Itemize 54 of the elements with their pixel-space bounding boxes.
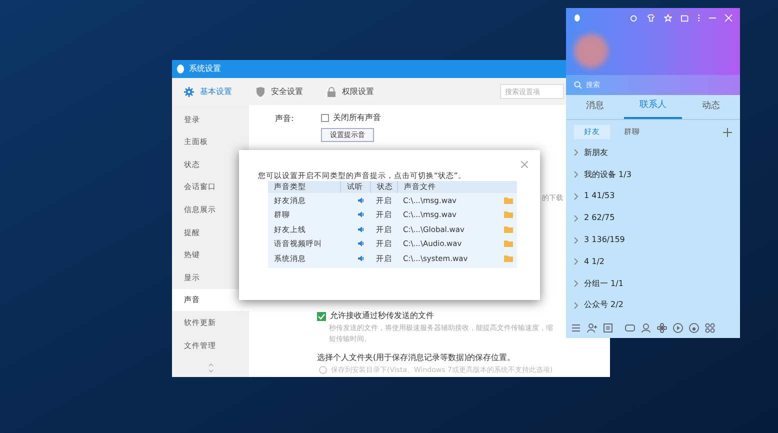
speaker-icon[interactable] (358, 211, 364, 218)
penguin-icon (176, 64, 185, 74)
speaker-icon[interactable] (358, 254, 364, 262)
shield-icon (256, 86, 265, 96)
checkbox-label: 允许接收通过秒传发送的文件 (330, 310, 434, 322)
chevron-icon (574, 149, 578, 156)
person-icon[interactable] (641, 323, 651, 333)
grid-icon[interactable] (705, 323, 715, 333)
contact-group[interactable]: 公众号 2/2 (584, 299, 624, 312)
speaker-icon[interactable] (358, 226, 364, 233)
checkbox-label: 关闭所有声音 (333, 112, 381, 124)
setting-label: 声音: (275, 113, 294, 125)
ring-icon[interactable] (630, 14, 638, 22)
scroll-arrows-icon (208, 363, 214, 373)
mail-icon[interactable] (680, 14, 689, 22)
avatar (574, 34, 608, 68)
panel-tab[interactable]: 消息 (566, 95, 624, 119)
lock-icon (327, 86, 336, 96)
shirt-icon[interactable] (646, 14, 655, 22)
contact-group[interactable]: 3 136/159 (584, 234, 625, 246)
chevron-icon (574, 302, 578, 309)
contact-group[interactable]: 分组一 1/1 (584, 278, 624, 290)
gear-icon (184, 86, 194, 96)
section-heading: 选择个人文件夹(用于保存消息记录等数据)的保存位置。 (317, 352, 516, 364)
star-icon[interactable] (664, 14, 672, 22)
contact-group[interactable]: 4 1/2 (584, 256, 605, 268)
chevron-icon (574, 280, 578, 288)
play-icon[interactable] (673, 323, 683, 333)
close-icon[interactable] (521, 161, 528, 168)
more-icon[interactable] (698, 14, 700, 22)
add-person-icon[interactable] (587, 323, 597, 333)
contact-group[interactable]: 1 41/53 (584, 190, 615, 202)
menu-icon[interactable] (571, 323, 581, 333)
settings-tab[interactable]: 安全设置 (256, 86, 303, 98)
radio-button[interactable] (319, 366, 327, 374)
flower-icon[interactable] (657, 323, 667, 333)
add-icon[interactable] (723, 128, 732, 136)
chevron-icon (574, 258, 578, 266)
chevron-icon (574, 236, 578, 244)
window-title: 系统设置 (189, 63, 221, 75)
chevron-icon (574, 171, 578, 178)
checkbox[interactable] (321, 114, 329, 122)
panel-tab[interactable]: 动态 (682, 95, 740, 119)
penguin-icon (574, 14, 580, 22)
chevron-icon (574, 214, 578, 222)
speaker-icon[interactable] (358, 240, 364, 248)
chevron-icon (574, 192, 578, 200)
settings-tab[interactable]: 权限设置 (327, 86, 374, 98)
contact-group[interactable]: 我的设备 1/3 (584, 168, 632, 181)
contact-group[interactable]: 2 62/75 (584, 212, 615, 224)
settings-tab[interactable]: 基本设置 (184, 86, 232, 98)
speaker-icon[interactable] (358, 196, 364, 204)
contact-group[interactable]: 新朋友 (584, 146, 608, 159)
file-icon[interactable] (603, 323, 613, 333)
